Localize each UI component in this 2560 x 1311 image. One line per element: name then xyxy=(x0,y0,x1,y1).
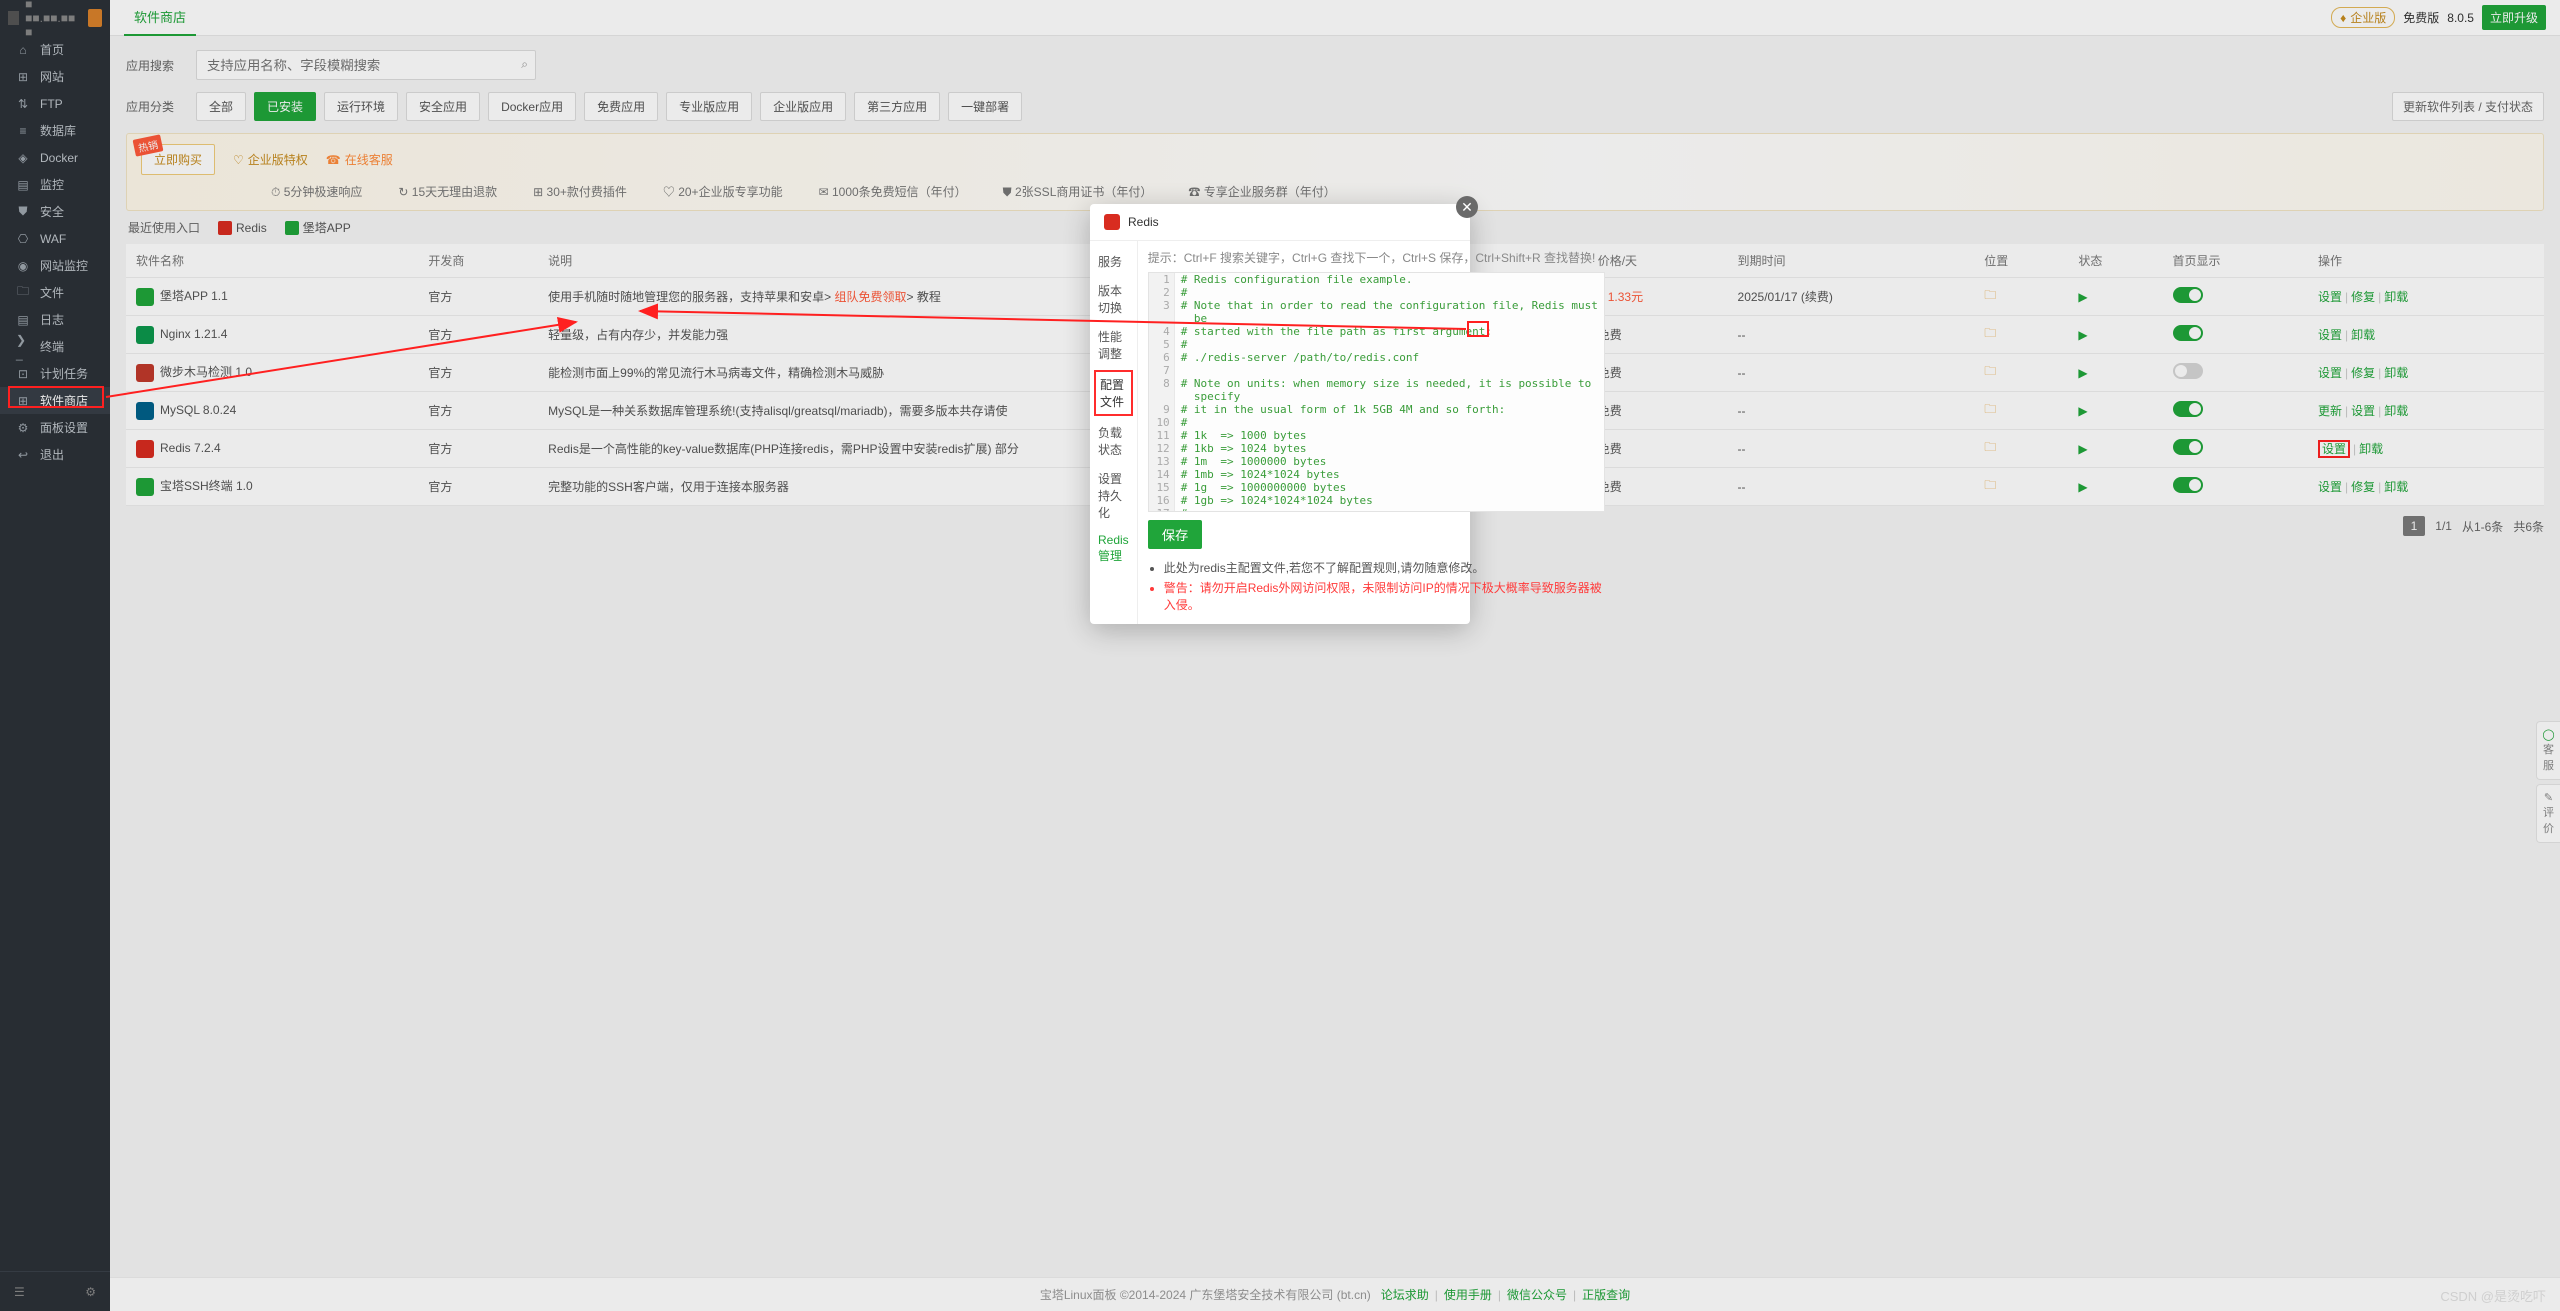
modal-menu-item[interactable]: 负载状态 xyxy=(1090,418,1137,464)
note-info: 此处为redis主配置文件,若您不了解配置规则,请勿随意修改。 xyxy=(1164,559,1605,576)
modal-menu-item[interactable]: Redis管理 xyxy=(1090,527,1137,570)
modal-header: Redis xyxy=(1090,204,1470,241)
watermark: CSDN @是烫吃吓 xyxy=(2440,1286,2546,1305)
modal-title: Redis xyxy=(1128,215,1159,229)
close-icon[interactable]: ✕ xyxy=(1456,196,1478,218)
modal-menu-item[interactable]: 版本切换 xyxy=(1090,276,1137,322)
modal-menu-item[interactable]: 配置文件 xyxy=(1094,370,1133,416)
modal-menu-item[interactable]: 设置持久化 xyxy=(1090,464,1137,527)
modal-mask: ✕ Redis 服务版本切换性能调整配置文件负载状态设置持久化Redis管理 提… xyxy=(0,0,2560,1311)
redis-modal: ✕ Redis 服务版本切换性能调整配置文件负载状态设置持久化Redis管理 提… xyxy=(1090,204,1470,624)
save-button[interactable]: 保存 xyxy=(1148,520,1203,549)
config-editor[interactable]: 1# Redis configuration file example.2#3#… xyxy=(1148,272,1605,512)
redis-icon xyxy=(1104,214,1120,230)
modal-menu-item[interactable]: 服务 xyxy=(1090,247,1137,276)
modal-sidebar: 服务版本切换性能调整配置文件负载状态设置持久化Redis管理 xyxy=(1090,241,1138,624)
modal-menu-item[interactable]: 性能调整 xyxy=(1090,322,1137,368)
note-warning: 警告：请勿开启Redis外网访问权限，未限制访问IP的情况下极大概率导致服务器被… xyxy=(1164,579,1605,613)
editor-hint: 提示：Ctrl+F 搜索关键字，Ctrl+G 查找下一个，Ctrl+S 保存，C… xyxy=(1148,249,1605,266)
